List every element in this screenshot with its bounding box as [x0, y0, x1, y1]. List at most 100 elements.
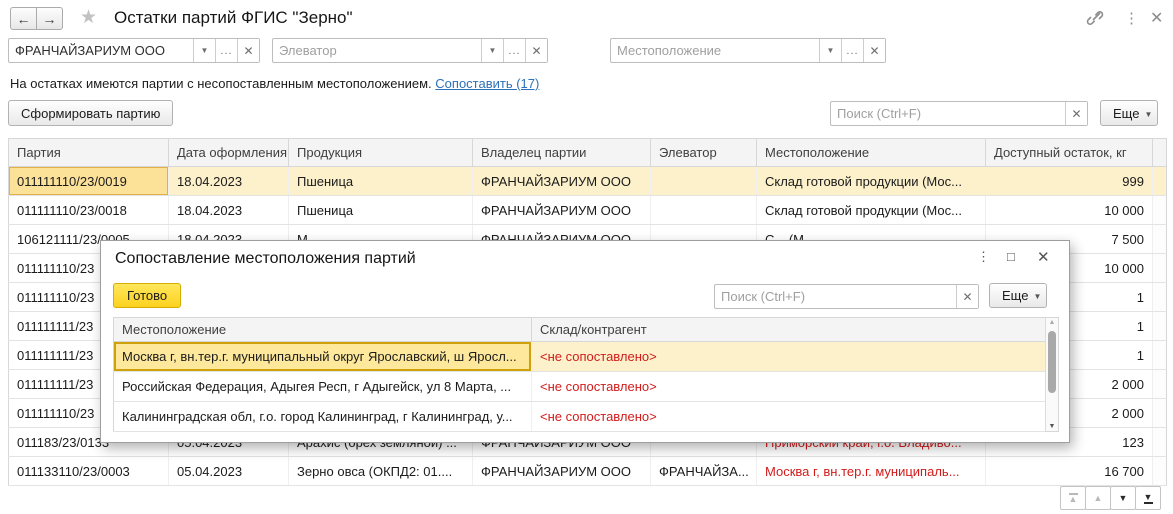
table-search-input[interactable]	[831, 102, 1065, 125]
column-header-batch[interactable]: Партия	[9, 139, 169, 167]
elevator-clear-icon[interactable]: ✕	[525, 39, 547, 62]
more-button[interactable]: Еще▼	[1100, 100, 1158, 126]
match-link[interactable]: Сопоставить (17)	[435, 76, 539, 91]
location-choose-icon[interactable]: ...	[841, 39, 863, 62]
scroll-strip-cell	[1153, 254, 1167, 283]
dialog-header-row: Местоположение Склад/контрагент	[114, 318, 1046, 342]
forward-button[interactable]: →	[36, 7, 63, 30]
table-cell[interactable]: ФРАНЧАЙЗА...	[651, 457, 757, 486]
dialog-location-cell[interactable]: Калининградская обл, г.о. город Калининг…	[114, 402, 532, 432]
elevator-dropdown-icon[interactable]: ▼	[481, 39, 503, 62]
column-header-remainder[interactable]: Доступный остаток, кг	[986, 139, 1153, 167]
table-cell[interactable]: Склад готовой продукции (Мос...	[757, 196, 986, 225]
dialog-counterparty-cell[interactable]: <не сопоставлено>	[532, 372, 1046, 402]
chevron-down-icon: ▼	[1033, 292, 1041, 301]
scroll-up-icon[interactable]: ▲	[1046, 319, 1058, 326]
dialog-table-row[interactable]: Российская Федерация, Адыгея Респ, г Ады…	[114, 372, 1046, 402]
dialog-search-clear-icon[interactable]: ✕	[956, 285, 978, 308]
table-row[interactable]: 011111110/23/001918.04.2023ПшеницаФРАНЧА…	[9, 167, 1167, 196]
back-button[interactable]: ←	[10, 7, 37, 30]
window-menu-icon[interactable]: ⋮	[1124, 9, 1139, 27]
table-cell[interactable]: Пшеница	[289, 196, 473, 225]
scroll-strip-cell	[1153, 167, 1167, 196]
location-clear-icon[interactable]: ✕	[863, 39, 885, 62]
table-cell[interactable]: 011111110/23/0018	[9, 196, 169, 225]
table-cell[interactable]	[651, 167, 757, 196]
scroll-strip-cell	[1153, 399, 1167, 428]
dialog-more-button[interactable]: Еще▼	[989, 283, 1047, 308]
location-filter-input[interactable]	[611, 39, 819, 62]
elevator-choose-icon[interactable]: ...	[503, 39, 525, 62]
scroll-thumb[interactable]	[1048, 331, 1056, 393]
table-search-field: ✕	[830, 101, 1088, 126]
dialog-table-body: Москва г, вн.тер.г. муниципальный округ …	[114, 342, 1046, 432]
owner-dropdown-icon[interactable]: ▼	[193, 39, 215, 62]
list-nav-buttons: ▲ ▲ ▼ ▼	[1061, 486, 1161, 510]
column-header-spacer	[1153, 139, 1167, 167]
dialog-menu-icon[interactable]: ⋮	[977, 249, 990, 265]
search-clear-icon[interactable]: ✕	[1065, 102, 1087, 125]
dialog-counterparty-cell[interactable]: <не сопоставлено>	[532, 402, 1046, 432]
scroll-strip-cell	[1153, 225, 1167, 254]
table-cell[interactable]: 10 000	[986, 196, 1153, 225]
form-batch-button[interactable]: Сформировать партию	[8, 100, 173, 126]
window-close-icon[interactable]: ✕	[1150, 8, 1163, 28]
column-header-location[interactable]: Местоположение	[757, 139, 986, 167]
table-row[interactable]: 011133110/23/000305.04.2023Зерно овса (О…	[9, 457, 1167, 486]
table-cell[interactable]: 011111110/23/0019	[9, 167, 169, 196]
match-location-dialog: Сопоставление местоположения партий ⋮ □ …	[100, 240, 1070, 443]
dialog-close-icon[interactable]: ✕	[1037, 248, 1050, 266]
scroll-strip-cell	[1153, 428, 1167, 457]
owner-filter-input[interactable]	[9, 39, 193, 62]
go-next-button[interactable]: ▼	[1110, 486, 1136, 510]
column-header-elevator[interactable]: Элеватор	[651, 139, 757, 167]
dialog-column-counterparty[interactable]: Склад/контрагент	[532, 318, 1046, 342]
table-cell[interactable]: Пшеница	[289, 167, 473, 196]
go-first-button[interactable]: ▲	[1060, 486, 1086, 510]
dialog-search-field: ✕	[714, 284, 979, 309]
chevron-down-icon: ▼	[1144, 110, 1152, 119]
dialog-column-location[interactable]: Местоположение	[114, 318, 532, 342]
table-cell[interactable]: 16 700	[986, 457, 1153, 486]
done-button[interactable]: Готово	[113, 283, 181, 308]
dialog-table-row[interactable]: Калининградская обл, г.о. город Калининг…	[114, 402, 1046, 432]
dialog-scrollbar[interactable]: ▲ ▼	[1045, 317, 1059, 432]
column-header-date[interactable]: Дата оформления	[169, 139, 289, 167]
dialog-location-cell[interactable]: Москва г, вн.тер.г. муниципальный округ …	[114, 342, 532, 372]
table-cell[interactable]: Москва г, вн.тер.г. муниципаль...	[757, 457, 986, 486]
go-last-button[interactable]: ▼	[1135, 486, 1161, 510]
dialog-table-row[interactable]: Москва г, вн.тер.г. муниципальный округ …	[114, 342, 1046, 372]
dialog-location-cell[interactable]: Российская Федерация, Адыгея Респ, г Ады…	[114, 372, 532, 402]
scroll-down-icon[interactable]: ▼	[1046, 423, 1058, 430]
table-cell[interactable]: ФРАНЧАЙЗАРИУМ ООО	[473, 457, 651, 486]
table-cell[interactable]: ФРАНЧАЙЗАРИУМ ООО	[473, 196, 651, 225]
column-header-product[interactable]: Продукция	[289, 139, 473, 167]
go-prev-button[interactable]: ▲	[1085, 486, 1111, 510]
copy-link-icon[interactable]	[1086, 9, 1104, 27]
table-cell[interactable]: 18.04.2023	[169, 196, 289, 225]
dialog-counterparty-cell[interactable]: <не сопоставлено>	[532, 342, 1046, 372]
scroll-strip-cell	[1153, 370, 1167, 399]
owner-choose-icon[interactable]: ...	[215, 39, 237, 62]
table-cell[interactable]: Склад готовой продукции (Мос...	[757, 167, 986, 196]
table-row[interactable]: 011111110/23/001818.04.2023ПшеницаФРАНЧА…	[9, 196, 1167, 225]
unmatched-notice: На остатках имеются партии с несопоставл…	[10, 76, 539, 91]
table-header-row: Партия Дата оформления Продукция Владеле…	[9, 139, 1167, 167]
owner-clear-icon[interactable]: ✕	[237, 39, 259, 62]
table-cell[interactable]: 05.04.2023	[169, 457, 289, 486]
dialog-search-input[interactable]	[715, 285, 956, 308]
elevator-filter-input[interactable]	[273, 39, 481, 62]
history-nav: ← →	[10, 7, 63, 30]
table-cell[interactable]: 18.04.2023	[169, 167, 289, 196]
table-cell[interactable]: 999	[986, 167, 1153, 196]
table-cell[interactable]	[651, 196, 757, 225]
notice-text: На остатках имеются партии с несопоставл…	[10, 76, 432, 91]
column-header-owner[interactable]: Владелец партии	[473, 139, 651, 167]
dialog-maximize-icon[interactable]: □	[1007, 249, 1015, 264]
favorite-star-icon[interactable]: ★	[80, 6, 97, 29]
table-cell[interactable]: 011133110/23/0003	[9, 457, 169, 486]
table-cell[interactable]: ФРАНЧАЙЗАРИУМ ООО	[473, 167, 651, 196]
location-dropdown-icon[interactable]: ▼	[819, 39, 841, 62]
elevator-filter-field: ▼ ... ✕	[272, 38, 548, 63]
table-cell[interactable]: Зерно овса (ОКПД2: 01....	[289, 457, 473, 486]
